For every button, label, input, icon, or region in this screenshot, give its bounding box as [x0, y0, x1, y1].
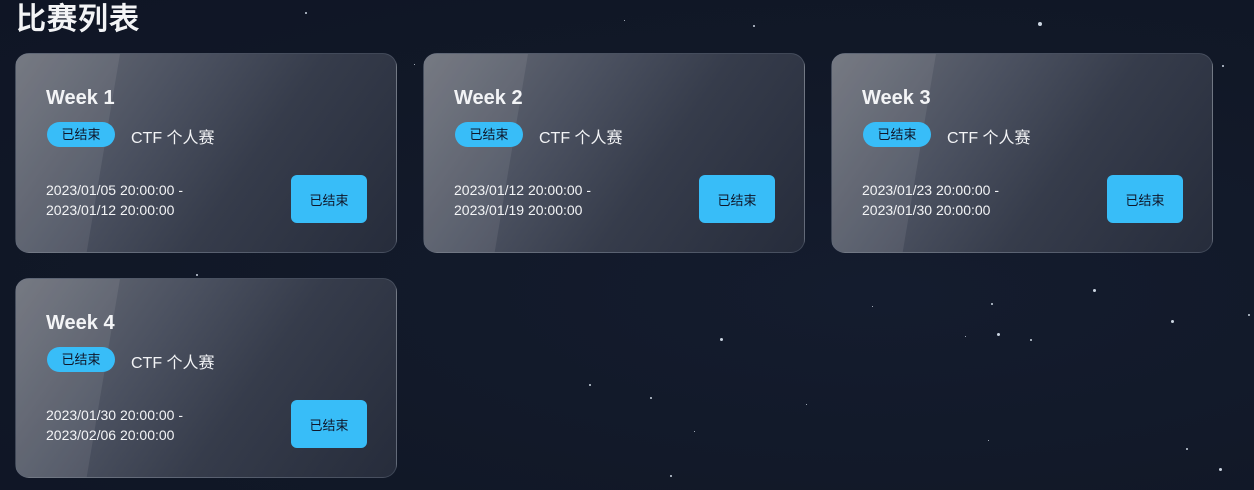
start-time: 2023/01/12 20:00:00 - — [454, 182, 592, 198]
end-time: 2023/01/12 20:00:00 — [46, 202, 175, 218]
competition-grid: Week 1 已结束 CTF 个人赛 2023/01/05 20:00:00 -… — [15, 53, 1215, 478]
competition-type: CTF 个人赛 — [539, 130, 623, 147]
card-body: Week 1 已结束 CTF 个人赛 2023/01/05 20:00:00 -… — [16, 54, 396, 252]
star — [305, 12, 307, 14]
competition-action-button[interactable]: 已结束 — [699, 175, 775, 223]
star — [753, 25, 755, 27]
competition-time-range: 2023/01/30 20:00:00 - 2023/02/06 20:00:0… — [46, 405, 183, 445]
competition-type: CTF 个人赛 — [131, 355, 215, 372]
star — [1222, 65, 1224, 67]
competition-title: Week 3 — [862, 87, 931, 109]
competition-action-button[interactable]: 已结束 — [1107, 175, 1183, 223]
competition-title: Week 4 — [46, 312, 115, 334]
start-time: 2023/01/05 20:00:00 - — [46, 182, 184, 198]
status-badge: 已结束 — [863, 122, 931, 147]
competition-card[interactable]: Week 1 已结束 CTF 个人赛 2023/01/05 20:00:00 -… — [15, 53, 397, 253]
end-time: 2023/02/06 20:00:00 — [46, 427, 175, 443]
competition-time-range: 2023/01/12 20:00:00 - 2023/01/19 20:00:0… — [454, 180, 591, 220]
competition-card[interactable]: Week 4 已结束 CTF 个人赛 2023/01/30 20:00:00 -… — [15, 278, 397, 478]
star — [624, 20, 625, 21]
competition-action-button[interactable]: 已结束 — [291, 400, 367, 448]
star — [1248, 314, 1250, 316]
end-time: 2023/01/30 20:00:00 — [862, 202, 991, 218]
start-time: 2023/01/23 20:00:00 - — [862, 182, 1000, 198]
page-title: 比赛列表 — [16, 3, 140, 36]
star — [1038, 22, 1042, 26]
competition-title: Week 2 — [454, 87, 523, 109]
status-badge: 已结束 — [455, 122, 523, 147]
status-badge: 已结束 — [47, 347, 115, 372]
status-badge: 已结束 — [47, 122, 115, 147]
competition-type: CTF 个人赛 — [131, 130, 215, 147]
end-time: 2023/01/19 20:00:00 — [454, 202, 583, 218]
page: 比赛列表 Week 1 已结束 CTF 个人赛 2023/01/05 20:00… — [0, 0, 1254, 490]
card-body: Week 3 已结束 CTF 个人赛 2023/01/23 20:00:00 -… — [832, 54, 1212, 252]
competition-time-range: 2023/01/23 20:00:00 - 2023/01/30 20:00:0… — [862, 180, 999, 220]
start-time: 2023/01/30 20:00:00 - — [46, 407, 184, 423]
competition-title: Week 1 — [46, 87, 115, 109]
card-body: Week 4 已结束 CTF 个人赛 2023/01/30 20:00:00 -… — [16, 279, 396, 477]
competition-card[interactable]: Week 2 已结束 CTF 个人赛 2023/01/12 20:00:00 -… — [423, 53, 805, 253]
competition-action-button[interactable]: 已结束 — [291, 175, 367, 223]
competition-time-range: 2023/01/05 20:00:00 - 2023/01/12 20:00:0… — [46, 180, 183, 220]
competition-type: CTF 个人赛 — [947, 130, 1031, 147]
card-body: Week 2 已结束 CTF 个人赛 2023/01/12 20:00:00 -… — [424, 54, 804, 252]
star — [1219, 468, 1222, 471]
competition-card[interactable]: Week 3 已结束 CTF 个人赛 2023/01/23 20:00:00 -… — [831, 53, 1213, 253]
